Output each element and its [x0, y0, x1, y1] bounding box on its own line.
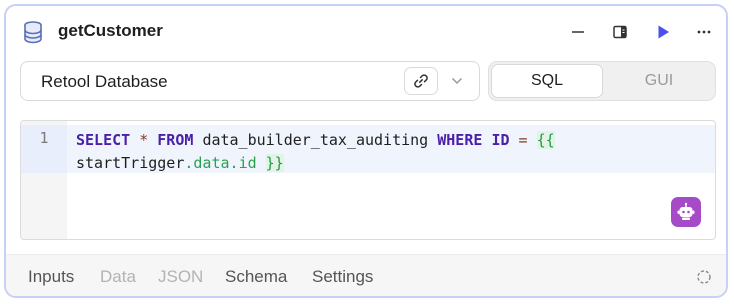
more-icon[interactable]: [692, 20, 716, 44]
resource-label: Retool Database: [41, 72, 168, 91]
var-id: id: [238, 154, 257, 172]
tab-data[interactable]: Data: [100, 267, 136, 287]
gui-mode-button[interactable]: GUI: [603, 64, 715, 98]
tab-json[interactable]: JSON: [158, 267, 203, 287]
minimize-icon[interactable]: [566, 20, 590, 44]
loading-icon: [696, 269, 712, 285]
operator-star: *: [139, 131, 149, 149]
keyword-where: WHERE: [437, 131, 483, 149]
link-icon[interactable]: [404, 67, 438, 95]
table-name: data_builder_tax_auditing: [202, 131, 429, 149]
keyword-select: SELECT: [76, 131, 131, 149]
mode-toggle: SQL GUI: [488, 61, 716, 101]
query-header: getCustomer: [6, 6, 726, 58]
dot-separator: .: [229, 154, 239, 172]
sql-editor[interactable]: 1 SELECT * FROM data_builder_tax_auditin…: [20, 120, 716, 240]
results-tabs: Inputs Data JSON Schema Settings: [6, 254, 726, 296]
tab-inputs[interactable]: Inputs: [28, 267, 74, 287]
chevron-down-icon[interactable]: [449, 72, 465, 90]
var-data: data: [193, 154, 230, 172]
sql-mode-button[interactable]: SQL: [491, 64, 603, 98]
tab-settings[interactable]: Settings: [312, 267, 373, 287]
column-id: ID: [491, 131, 510, 149]
robot-icon[interactable]: [671, 197, 701, 227]
tab-schema[interactable]: Schema: [225, 267, 287, 287]
template-open-brace: {{: [536, 131, 555, 149]
query-card: getCustomer Retool Database SQL GUI 1 SE…: [4, 4, 728, 298]
template-close-brace: }}: [265, 154, 284, 172]
keyword-from: FROM: [157, 131, 194, 149]
query-title[interactable]: getCustomer: [58, 21, 163, 41]
operator-equals: =: [518, 131, 528, 149]
database-icon: [22, 20, 44, 44]
panel-icon[interactable]: [608, 20, 632, 44]
run-icon[interactable]: [651, 20, 675, 44]
var-start-trigger: startTrigger: [76, 154, 185, 172]
line-number: 1: [39, 129, 49, 147]
resource-selector[interactable]: Retool Database: [20, 61, 480, 101]
sql-code[interactable]: SELECT * FROM data_builder_tax_auditing …: [76, 129, 696, 175]
